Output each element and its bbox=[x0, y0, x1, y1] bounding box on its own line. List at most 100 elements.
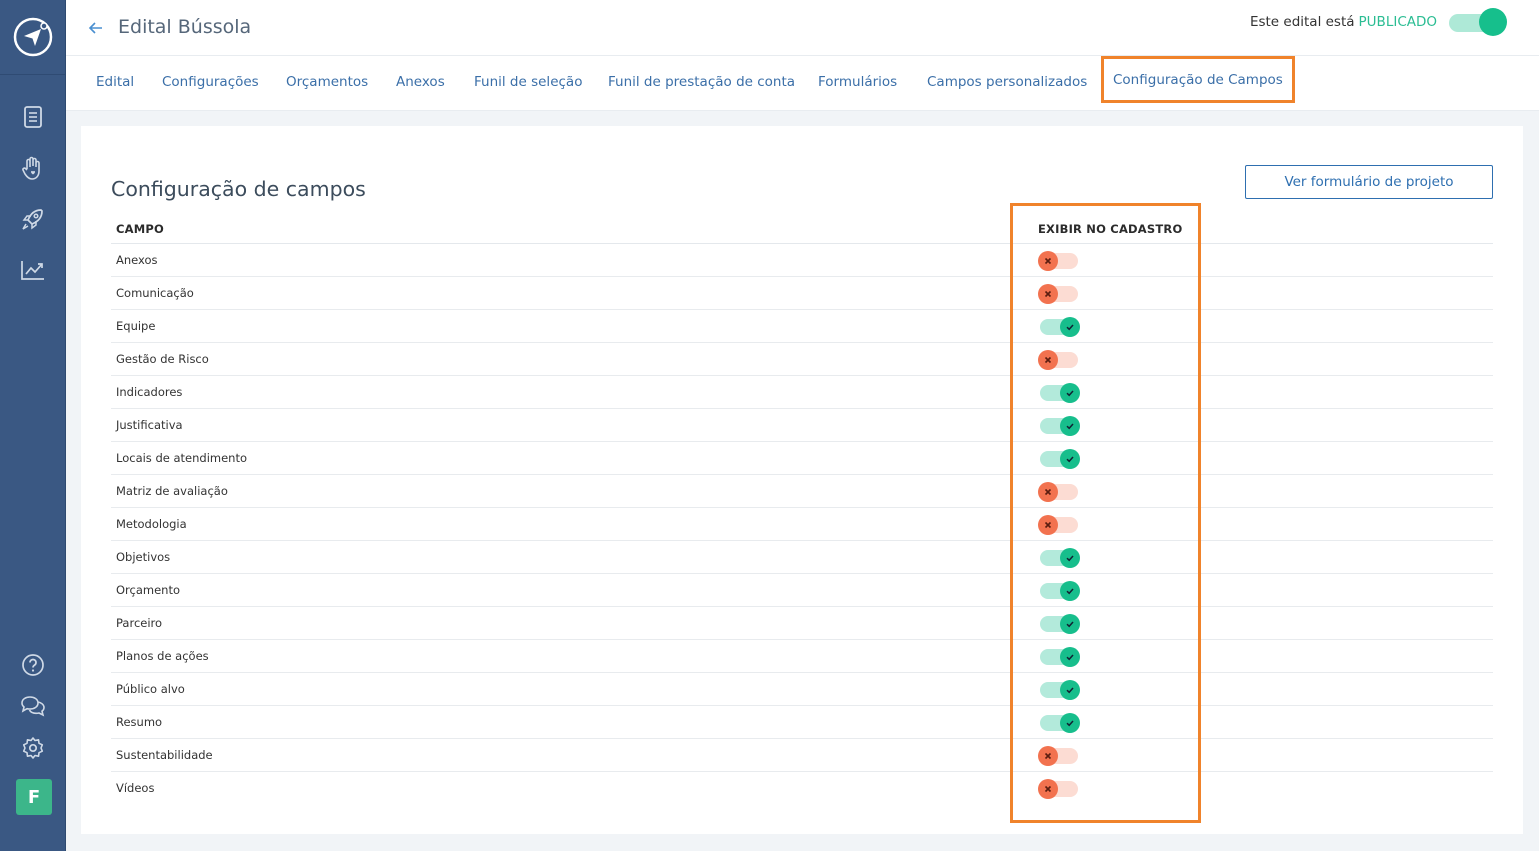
field-name: Locais de atendimento bbox=[116, 451, 248, 465]
tab-orcamentos[interactable]: Orçamentos bbox=[286, 74, 368, 90]
check-icon bbox=[1060, 416, 1080, 436]
fields-table: CAMPO EXIBIR NO CADASTRO Anexos Comunicaç… bbox=[111, 216, 1493, 805]
table-row: Orçamento bbox=[111, 574, 1493, 607]
publish-toggle[interactable] bbox=[1447, 8, 1509, 36]
table-row: Vídeos bbox=[111, 772, 1493, 805]
show-field-toggle[interactable] bbox=[1038, 647, 1080, 667]
show-field-toggle[interactable] bbox=[1038, 680, 1080, 700]
show-field-toggle[interactable] bbox=[1038, 482, 1080, 502]
show-field-toggle[interactable] bbox=[1038, 515, 1080, 535]
show-field-toggle[interactable] bbox=[1038, 614, 1080, 634]
table-row: Comunicação bbox=[111, 277, 1493, 310]
field-name: Indicadores bbox=[116, 385, 183, 399]
field-name: Comunicação bbox=[116, 286, 194, 300]
field-name: Vídeos bbox=[116, 781, 155, 795]
publish-label: Este edital está bbox=[1249, 14, 1355, 30]
check-icon bbox=[1060, 680, 1080, 700]
column-header-exibir: EXIBIR NO CADASTRO bbox=[1038, 222, 1183, 236]
view-project-form-button[interactable]: Ver formulário de projeto bbox=[1245, 165, 1493, 199]
tab-configuracao-campos[interactable]: Configuração de Campos bbox=[1101, 56, 1295, 103]
sidebar: F bbox=[0, 0, 66, 851]
table-row: Anexos bbox=[111, 244, 1493, 277]
table-row: Indicadores bbox=[111, 376, 1493, 409]
field-name: Planos de ações bbox=[116, 649, 209, 663]
arrow-left-icon[interactable] bbox=[86, 18, 106, 38]
tab-funil-selecao[interactable]: Funil de seleção bbox=[474, 74, 582, 90]
x-icon bbox=[1038, 284, 1058, 304]
publish-status-value: PUBLICADO bbox=[1358, 14, 1437, 30]
logo[interactable] bbox=[0, 0, 65, 75]
table-row: Locais de atendimento bbox=[111, 442, 1493, 475]
table-row: Sustentabilidade bbox=[111, 739, 1493, 772]
publish-toggle-knob bbox=[1479, 8, 1507, 36]
table-row: Gestão de Risco bbox=[111, 343, 1493, 376]
field-name: Objetivos bbox=[116, 550, 171, 564]
show-field-toggle[interactable] bbox=[1038, 251, 1080, 271]
tab-anexos[interactable]: Anexos bbox=[396, 74, 445, 90]
field-name: Equipe bbox=[116, 319, 156, 333]
x-icon bbox=[1038, 515, 1058, 535]
tab-configuracoes[interactable]: Configurações bbox=[162, 74, 259, 90]
show-field-toggle[interactable] bbox=[1038, 779, 1080, 799]
show-field-toggle[interactable] bbox=[1038, 581, 1080, 601]
compass-logo-icon bbox=[13, 17, 52, 57]
chat-icon[interactable] bbox=[19, 692, 47, 720]
table-row: Metodologia bbox=[111, 508, 1493, 541]
show-field-toggle[interactable] bbox=[1038, 317, 1080, 337]
help-icon[interactable] bbox=[19, 651, 47, 679]
x-icon bbox=[1038, 779, 1058, 799]
field-name: Resumo bbox=[116, 715, 163, 729]
tab-campos-personalizados[interactable]: Campos personalizados bbox=[927, 74, 1087, 90]
field-name: Justificativa bbox=[116, 418, 183, 432]
field-name: Parceiro bbox=[116, 616, 163, 630]
table-row: Parceiro bbox=[111, 607, 1493, 640]
check-icon bbox=[1060, 647, 1080, 667]
field-name: Anexos bbox=[116, 253, 158, 267]
table-header: CAMPO EXIBIR NO CADASTRO bbox=[111, 216, 1493, 244]
avatar[interactable]: F bbox=[16, 779, 52, 815]
check-icon bbox=[1060, 383, 1080, 403]
tab-edital[interactable]: Edital bbox=[96, 74, 134, 90]
table-row: Matriz de avaliação bbox=[111, 475, 1493, 508]
x-icon bbox=[1038, 350, 1058, 370]
show-field-toggle[interactable] bbox=[1038, 548, 1080, 568]
tab-formularios[interactable]: Formulários bbox=[818, 74, 897, 90]
table-row: Resumo bbox=[111, 706, 1493, 739]
header: Edital Bússola Este edital está PUBLICAD… bbox=[66, 0, 1539, 56]
check-icon bbox=[1060, 548, 1080, 568]
tab-funil-prestacao[interactable]: Funil de prestação de conta bbox=[608, 74, 795, 90]
tab-bar: Edital Configurações Orçamentos Anexos F… bbox=[66, 56, 1539, 111]
check-icon bbox=[1060, 713, 1080, 733]
main-card: Configuração de campos Ver formulário de… bbox=[81, 126, 1523, 834]
publish-status: Este edital está PUBLICADO bbox=[1249, 8, 1509, 36]
show-field-toggle[interactable] bbox=[1038, 350, 1080, 370]
show-field-toggle[interactable] bbox=[1038, 284, 1080, 304]
chart-icon[interactable] bbox=[19, 256, 47, 284]
field-name: Orçamento bbox=[116, 583, 181, 597]
check-icon bbox=[1060, 614, 1080, 634]
table-row: Público alvo bbox=[111, 673, 1493, 706]
field-name: Matriz de avaliação bbox=[116, 484, 228, 498]
show-field-toggle[interactable] bbox=[1038, 449, 1080, 469]
check-icon bbox=[1060, 449, 1080, 469]
show-field-toggle[interactable] bbox=[1038, 746, 1080, 766]
hand-heart-icon[interactable] bbox=[19, 154, 47, 182]
table-row: Equipe bbox=[111, 310, 1493, 343]
table-row: Justificativa bbox=[111, 409, 1493, 442]
x-icon bbox=[1038, 482, 1058, 502]
rocket-icon[interactable] bbox=[19, 205, 47, 233]
table-row: Objetivos bbox=[111, 541, 1493, 574]
check-icon bbox=[1060, 317, 1080, 337]
table-row: Planos de ações bbox=[111, 640, 1493, 673]
gear-icon[interactable] bbox=[19, 734, 47, 762]
show-field-toggle[interactable] bbox=[1038, 713, 1080, 733]
x-icon bbox=[1038, 746, 1058, 766]
document-icon[interactable] bbox=[19, 103, 47, 131]
section-title: Configuração de campos bbox=[111, 177, 366, 201]
check-icon bbox=[1060, 581, 1080, 601]
show-field-toggle[interactable] bbox=[1038, 383, 1080, 403]
show-field-toggle[interactable] bbox=[1038, 416, 1080, 436]
field-name: Gestão de Risco bbox=[116, 352, 209, 366]
field-name: Sustentabilidade bbox=[116, 748, 213, 762]
field-name: Metodologia bbox=[116, 517, 187, 531]
